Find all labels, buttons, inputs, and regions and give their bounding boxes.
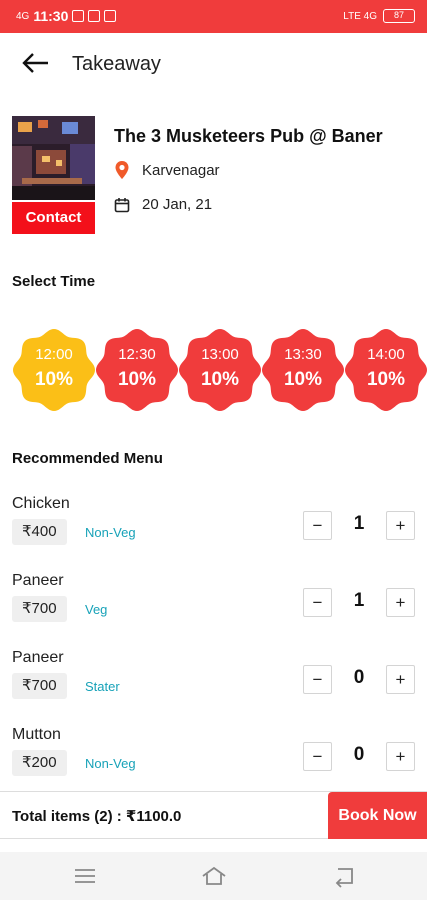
system-nav-bar xyxy=(0,852,427,900)
select-time-heading: Select Time xyxy=(12,273,96,290)
minus-icon[interactable]: − xyxy=(303,588,332,617)
time-slot[interactable]: 14:00 10% xyxy=(344,328,427,412)
status-left: 4G 11:30 xyxy=(16,8,117,24)
slot-discount: 10% xyxy=(117,369,157,390)
arrow-left-icon[interactable] xyxy=(20,49,52,77)
date-row: 20 Jan, 21 xyxy=(114,196,212,213)
slot-discount: 10% xyxy=(200,369,240,390)
battery-icon: 87 xyxy=(383,9,415,23)
item-name: Chicken xyxy=(12,495,70,512)
item-price: ₹200 xyxy=(12,750,67,776)
time-slot[interactable]: 12:00 10% xyxy=(12,328,96,412)
item-price: ₹700 xyxy=(12,596,67,622)
book-now-button[interactable]: Book Now xyxy=(328,792,427,839)
restaurant-name: The 3 Musketeers Pub @ Baner xyxy=(114,126,383,146)
facebook-icon xyxy=(88,10,101,22)
time-slot[interactable]: 13:30 10% xyxy=(261,328,345,412)
contact-button[interactable]: Contact xyxy=(12,202,95,234)
slot-time: 12:00 xyxy=(35,346,73,363)
signal-indicator: 4G xyxy=(16,10,30,22)
gallery-icon xyxy=(104,10,117,22)
plus-icon[interactable]: + xyxy=(386,588,415,617)
app-header: Takeaway xyxy=(0,33,427,95)
calendar-icon xyxy=(114,197,130,212)
time-slot[interactable]: 13:00 10% xyxy=(178,328,262,412)
minus-icon[interactable]: − xyxy=(303,665,332,694)
menu-item: Chicken ₹400 Non-Veg − 1 + xyxy=(0,495,427,557)
slot-time: 12:30 xyxy=(118,346,156,363)
total-items: Total items (2) : ₹1100.0 xyxy=(12,808,182,825)
date-text: 20 Jan, 21 xyxy=(142,196,213,213)
slot-time: 13:30 xyxy=(284,346,322,363)
item-name: Paneer xyxy=(12,572,64,589)
location-row: Karvenagar xyxy=(114,160,220,180)
item-tag: Veg xyxy=(85,602,108,617)
slot-time: 13:00 xyxy=(201,346,239,363)
slot-discount: 10% xyxy=(283,369,323,390)
slot-discount: 10% xyxy=(366,369,406,390)
menu-item: Paneer ₹700 Veg − 1 + xyxy=(0,572,427,634)
plus-icon[interactable]: + xyxy=(386,742,415,771)
slot-time: 14:00 xyxy=(367,346,405,363)
status-right: LTE 4G 87 xyxy=(343,9,415,23)
notification-icon xyxy=(72,10,85,22)
item-quantity: 1 xyxy=(353,513,365,534)
item-name: Mutton xyxy=(12,726,61,743)
item-tag: Non-Veg xyxy=(85,756,136,771)
minus-icon[interactable]: − xyxy=(303,511,332,540)
item-quantity: 0 xyxy=(353,744,365,765)
time-slot[interactable]: 12:30 10% xyxy=(95,328,179,412)
home-icon[interactable] xyxy=(200,864,228,888)
item-price: ₹400 xyxy=(12,519,67,545)
plus-icon[interactable]: + xyxy=(386,511,415,540)
slot-discount: 10% xyxy=(34,369,74,390)
item-price: ₹700 xyxy=(12,673,67,699)
map-pin-icon xyxy=(115,161,129,179)
item-quantity: 1 xyxy=(353,590,365,611)
network-indicator: LTE 4G xyxy=(343,10,377,22)
checkout-bar: Total items (2) : ₹1100.0 Book Now xyxy=(0,791,427,839)
restaurant-image xyxy=(12,116,95,200)
time-slot-list: 12:00 10% 12:30 10% 13:00 10% 13:30 10% … xyxy=(12,328,427,412)
recommended-menu-heading: Recommended Menu xyxy=(12,450,163,467)
item-quantity: 0 xyxy=(353,667,365,688)
plus-icon[interactable]: + xyxy=(386,665,415,694)
item-name: Paneer xyxy=(12,649,64,666)
menu-icon[interactable] xyxy=(71,864,99,888)
location-text: Karvenagar xyxy=(142,161,220,179)
menu-item: Mutton ₹200 Non-Veg − 0 + xyxy=(0,726,427,788)
page-title: Takeaway xyxy=(72,53,161,75)
status-bar: 4G 11:30 LTE 4G 87 xyxy=(0,0,427,33)
back-icon[interactable] xyxy=(330,864,358,888)
item-tag: Non-Veg xyxy=(85,525,136,540)
minus-icon[interactable]: − xyxy=(303,742,332,771)
status-time: 11:30 xyxy=(33,8,69,24)
menu-item: Paneer ₹700 Stater − 0 + xyxy=(0,649,427,711)
item-tag: Stater xyxy=(85,679,120,694)
